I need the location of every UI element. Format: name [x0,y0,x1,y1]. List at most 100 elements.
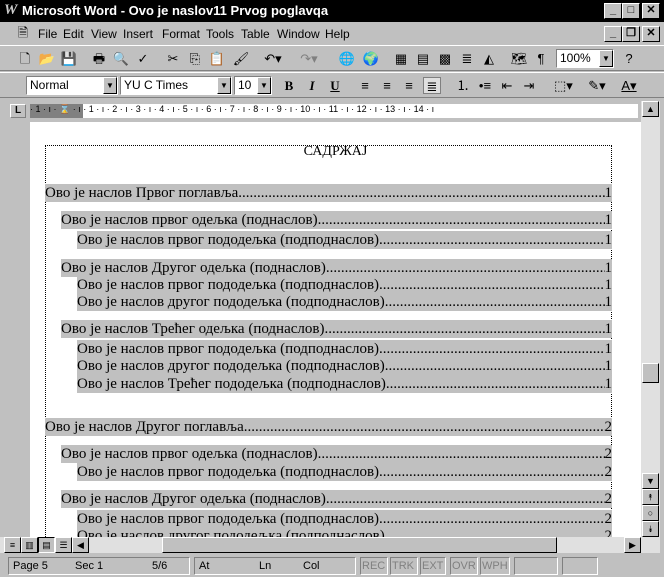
zoom-select[interactable]: 100% ▼ [556,49,614,68]
hyperlink-icon[interactable]: 🌐 [338,50,356,67]
doc-minimize-button[interactable]: _ [604,26,622,42]
close-button[interactable]: ✕ [642,3,660,19]
status-ovr[interactable]: OVR [450,557,478,575]
justify-icon[interactable]: ≣ [423,77,441,94]
menu-table[interactable]: Table [241,27,270,41]
menu-view[interactable]: View [91,27,117,41]
doc-restore-button[interactable]: ❐ [622,26,640,42]
toc-entry[interactable]: Ово је наслов првог пододељка (подподнас… [77,463,612,481]
align-left-icon[interactable]: ≡ [356,77,374,94]
increase-indent-icon[interactable]: ⇥ [520,77,538,94]
open-icon[interactable]: 📂 [38,50,56,67]
toc-entry[interactable]: Ово је наслов првог одељка (поднаслов) 2 [61,445,612,463]
horizontal-scroll-thumb[interactable] [162,537,557,553]
web-toolbar-icon[interactable]: 🌍 [362,50,380,67]
chevron-down-icon[interactable]: ▼ [103,77,117,94]
toc-entry[interactable]: Ово је наслов Другог одељка (поднаслов) 1 [61,259,612,277]
show-hide-icon[interactable]: ¶ [532,50,550,67]
toc-entry[interactable]: Ово је наслов другог пододељка (подподна… [77,293,612,311]
paste-icon[interactable]: 📋 [208,50,226,67]
document-page[interactable]: САДРЖАЈ Ово је наслов Првог поглавља1Ово… [30,122,641,537]
font-color-icon[interactable]: A▾ [620,77,638,94]
scroll-down-button[interactable]: ▼ [642,473,659,489]
toc-entry[interactable]: Ово је наслов Првог поглавља 1 [45,184,612,202]
chevron-down-icon[interactable]: ▼ [599,50,613,67]
chevron-down-icon[interactable]: ▼ [217,77,231,94]
normal-view-button[interactable]: ≡ [4,537,21,553]
toc-entry[interactable]: Ово је наслов Другог поглавља 2 [45,418,612,436]
help-icon[interactable]: ? [620,50,638,67]
toc-entry[interactable]: Ово је наслов другог пододељка (подподна… [77,357,612,375]
web-layout-view-button[interactable]: ▥ [21,537,38,553]
save-icon[interactable]: 💾 [60,50,78,67]
tables-borders-icon[interactable]: ▦ [392,50,410,67]
toc-entry[interactable]: Ово је наслов првог пододељка (подподнас… [77,340,612,358]
toc-entry[interactable]: Ово је наслов првог пододељка (подподнас… [77,276,612,294]
status-wph[interactable]: WPH [480,557,510,575]
borders-icon[interactable]: ⬚▾ [554,77,573,94]
underline-button[interactable]: U [326,77,344,94]
status-trk[interactable]: TRK [390,557,418,575]
menu-edit[interactable]: Edit [63,27,84,41]
toc-entry[interactable]: Ово је наслов првог одељка (поднаслов) 1 [61,211,612,229]
undo-icon[interactable]: ↶▾ [264,50,282,67]
new-icon[interactable]: 🗋 [16,50,34,67]
bullets-icon[interactable]: •≡ [476,77,494,94]
menu-window[interactable]: Window [277,27,320,41]
toc-entry[interactable]: Ово је наслов првог пододељка (подподнас… [77,510,612,528]
toc-entry[interactable]: Ово је наслов Другог одељка (поднаслов) 2 [61,490,612,508]
format-painter-icon[interactable]: 🖌 [232,50,250,67]
vertical-scrollbar[interactable]: ▲ ▼ ⯭ ○ ⯯ [641,101,660,537]
insert-excel-icon[interactable]: ▩ [436,50,454,67]
document-map-icon[interactable]: 🗺 [510,50,528,67]
drawing-icon[interactable]: ◭ [480,50,498,67]
style-select[interactable]: Normal ▼ [26,76,118,95]
tab-stop-selector[interactable]: L [10,104,26,118]
print-preview-icon[interactable]: 🔍 [112,50,130,67]
status-ext[interactable]: EXT [420,557,446,575]
numbering-icon[interactable]: ⒈ [454,77,472,94]
menu-insert[interactable]: Insert [123,27,153,41]
highlight-icon[interactable]: ✎▾ [588,77,606,94]
maximize-button[interactable]: □ [622,3,640,19]
horizontal-scrollbar[interactable]: ≡ ▥ ▤ ☰ ◀ ▶ [0,537,660,553]
toc-entry[interactable]: Ово је наслов другог пододељка (подподна… [77,527,612,537]
minimize-button[interactable]: _ [604,3,622,19]
menu-file[interactable]: File [38,27,57,41]
ruler-bar[interactable]: · 1 · ı · ⌛ · ı · 1 · ı · 2 · ı · 3 · ı … [30,104,638,118]
previous-page-button[interactable]: ⯭ [642,489,659,505]
menu-help[interactable]: Help [325,27,350,41]
scroll-left-button[interactable]: ◀ [72,537,89,553]
menu-format[interactable]: Format [162,27,200,41]
ruler[interactable]: L · 1 · ı · ⌛ · ı · 1 · ı · 2 · ı · 3 · … [0,101,641,121]
print-icon[interactable]: 🖶 [90,50,108,67]
document-icon[interactable]: 🗎 [14,24,32,41]
redo-icon[interactable]: ↷▾ [300,50,318,67]
select-browse-object-button[interactable]: ○ [642,505,659,521]
next-page-button[interactable]: ⯯ [642,521,659,537]
bold-button[interactable]: B [280,77,298,94]
font-size-select[interactable]: 10 ▼ [234,76,272,95]
toc-entry[interactable]: Ово је наслов Трећег одељка (поднаслов) 1 [61,320,612,338]
columns-icon[interactable]: ≣ [458,50,476,67]
doc-close-button[interactable]: ✕ [642,26,660,42]
toc-entry[interactable]: Ово је наслов Трећег пододељка (подподна… [77,375,612,393]
chevron-down-icon[interactable]: ▼ [257,77,271,94]
status-rec[interactable]: REC [360,557,388,575]
scroll-thumb[interactable] [642,363,659,383]
cut-icon[interactable]: ✂ [164,50,182,67]
menu-tools[interactable]: Tools [206,27,234,41]
italic-button[interactable]: I [303,77,321,94]
font-select[interactable]: YU C Times ▼ [120,76,232,95]
outline-view-button[interactable]: ☰ [55,537,72,553]
toc-entry[interactable]: Ово је наслов првог пододељка (подподнас… [77,231,612,249]
insert-table-icon[interactable]: ▤ [414,50,432,67]
align-center-icon[interactable]: ≡ [378,77,396,94]
decrease-indent-icon[interactable]: ⇤ [498,77,516,94]
scroll-up-button[interactable]: ▲ [642,101,659,117]
align-right-icon[interactable]: ≡ [400,77,418,94]
scroll-right-button[interactable]: ▶ [624,537,641,553]
copy-icon[interactable]: ⎘ [186,50,204,67]
spelling-icon[interactable]: ✓ [134,50,152,67]
print-layout-view-button[interactable]: ▤ [38,537,55,553]
